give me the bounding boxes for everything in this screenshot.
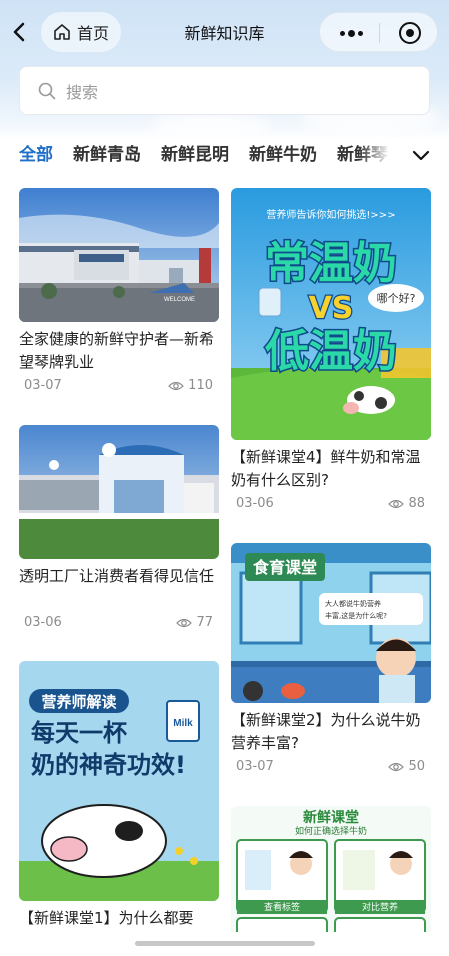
article-views: 77 xyxy=(176,615,213,630)
eye-icon xyxy=(388,499,405,508)
article-image: 营养师解读 每天一杯 奶的神奇功效! Milk xyxy=(19,661,219,901)
search-icon xyxy=(38,82,56,99)
close-miniprogram-button[interactable] xyxy=(380,13,439,53)
search-input[interactable]: 搜索 xyxy=(19,66,430,115)
card-headline-2: 奶的神奇功效! xyxy=(31,751,186,779)
article-views-count: 88 xyxy=(408,496,425,511)
article-card[interactable]: 食育课堂 大人都说牛奶营养 丰富,这是为什么呢? 【新鲜课堂2】为什么说牛奶营养… xyxy=(231,543,431,774)
more-dots-icon xyxy=(340,31,345,36)
article-views-count: 50 xyxy=(408,759,425,774)
article-image xyxy=(19,425,219,559)
article-views: 110 xyxy=(168,378,213,393)
card-label-2: 对比营养 xyxy=(362,901,398,913)
more-button[interactable] xyxy=(320,13,379,53)
card-bubble-line2: 丰富,这是为什么呢? xyxy=(325,611,387,620)
article-image: 新鲜课堂 如何正确选择牛奶 查看标签 对比营养 xyxy=(231,806,431,936)
article-meta: 03-07 110 xyxy=(19,378,219,393)
card-banner: 食育课堂 xyxy=(252,558,317,577)
card-vs: VS xyxy=(309,291,354,326)
card-label-1: 查看标签 xyxy=(264,901,300,913)
tab-milk[interactable]: 新鲜牛奶 xyxy=(249,140,317,170)
article-title: 【新鲜课堂2】为什么说牛奶营养丰富? xyxy=(231,711,421,752)
article-views: 88 xyxy=(388,496,425,511)
tabs-fade xyxy=(359,138,403,170)
more-dot xyxy=(348,30,355,37)
article-card[interactable]: 营养师解读 每天一杯 奶的神奇功效! Milk 【新鲜课堂1】为什么都要 xyxy=(19,661,219,953)
article-card[interactable]: 新鲜课堂 如何正确选择牛奶 查看标签 对比营养 xyxy=(231,806,431,936)
card-headline-1: 常温奶 xyxy=(265,238,397,289)
tab-all[interactable]: 全部 xyxy=(19,140,53,170)
article-card[interactable]: WELCOME 全家健康的新鲜守护者—新希望琴牌乳业 03-07 110 xyxy=(19,188,219,393)
article-date: 03-06 xyxy=(24,615,62,630)
mini-program-capsule xyxy=(319,12,438,52)
article-image: 营养师告诉你如何挑选!>>> 常温奶 VS 哪个好? 低温奶 xyxy=(231,188,431,440)
article-meta: 03-07 50 xyxy=(231,759,431,774)
expand-tabs-button[interactable] xyxy=(410,146,432,166)
category-tabs: 全部 新鲜青岛 新鲜昆明 新鲜牛奶 新鲜琴岛 xyxy=(19,140,399,170)
article-image: WELCOME xyxy=(19,188,219,322)
article-card[interactable]: 透明工厂让消费者看得见信任 03-06 77 xyxy=(19,425,219,630)
article-date: 03-07 xyxy=(24,378,62,393)
eye-icon xyxy=(176,618,193,627)
search-placeholder: 搜索 xyxy=(66,82,99,102)
target-icon-dot xyxy=(406,29,414,37)
eye-icon xyxy=(388,762,405,771)
article-date: 03-06 xyxy=(236,496,274,511)
article-views-count: 77 xyxy=(196,615,213,630)
tab-qingdao[interactable]: 新鲜青岛 xyxy=(73,140,141,170)
article-views-count: 110 xyxy=(188,378,213,393)
card-bubble: 哪个好? xyxy=(377,291,416,305)
card-title: 新鲜课堂 xyxy=(303,809,359,826)
nav-bar: 首页 新鲜知识库 xyxy=(0,10,449,54)
card-subtitle: 如何正确选择牛奶 xyxy=(295,825,367,837)
eye-icon xyxy=(168,381,185,390)
article-card[interactable]: 营养师告诉你如何挑选!>>> 常温奶 VS 哪个好? 低温奶 【新鲜课堂4】鲜牛… xyxy=(231,188,431,511)
article-title: 【新鲜课堂4】鲜牛奶和常温奶有什么区别? xyxy=(231,448,421,489)
card-bubble: 大人都说牛奶营养 xyxy=(325,599,381,608)
card-headline-1: 每天一杯 xyxy=(31,719,127,747)
chevron-down-icon xyxy=(412,150,430,161)
milk-carton-label: Milk xyxy=(173,718,193,729)
article-date: 03-07 xyxy=(236,759,274,774)
svg-text:WELCOME: WELCOME xyxy=(164,297,195,303)
article-views: 50 xyxy=(388,759,425,774)
article-title: 全家健康的新鲜守护者—新希望琴牌乳业 xyxy=(19,330,215,371)
card-headline-2: 低温奶 xyxy=(265,326,397,377)
more-dot xyxy=(358,31,363,36)
home-indicator xyxy=(135,941,315,946)
article-title: 透明工厂让消费者看得见信任 xyxy=(19,567,215,585)
article-meta: 03-06 88 xyxy=(231,496,431,511)
article-meta: 03-06 77 xyxy=(19,615,219,630)
tab-kunming[interactable]: 新鲜昆明 xyxy=(161,140,229,170)
article-image: 食育课堂 大人都说牛奶营养 丰富,这是为什么呢? xyxy=(231,543,431,703)
card-badge: 营养师解读 xyxy=(41,693,116,711)
card-banner-text: 营养师告诉你如何挑选!>>> xyxy=(266,208,395,221)
